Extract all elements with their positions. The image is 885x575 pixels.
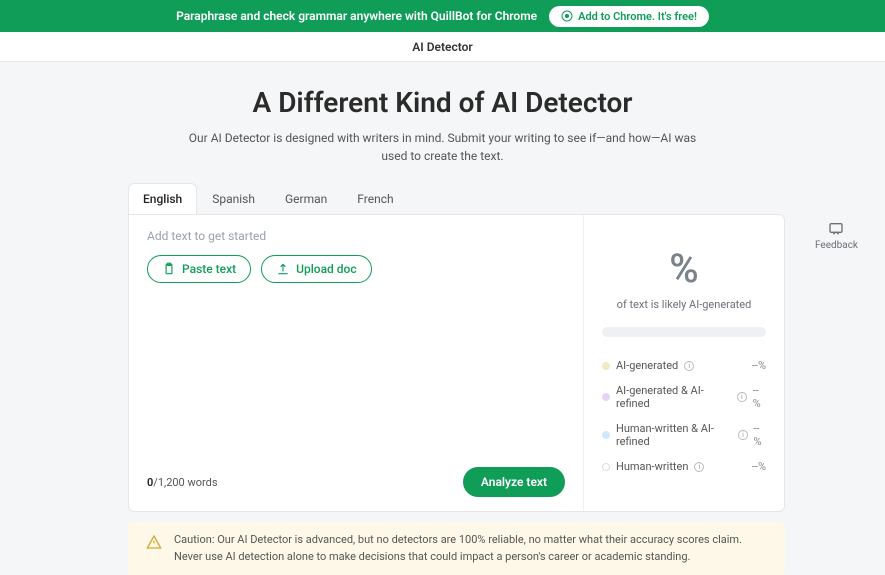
info-icon[interactable]: i	[738, 430, 747, 440]
result-progress-bar	[602, 327, 766, 337]
tab-german[interactable]: German	[270, 183, 342, 214]
promo-banner: Paraphrase and check grammar anywhere wi…	[0, 0, 885, 32]
result-caption: of text is likely AI-generated	[617, 298, 752, 311]
legend-row-ai-refined: AI-generated & AI-refined i --%	[602, 384, 766, 410]
promo-text: Paraphrase and check grammar anywhere wi…	[176, 9, 537, 23]
legend-pct: --%	[754, 422, 767, 448]
legend-row-ai-generated: AI-generated i --%	[602, 359, 766, 372]
legend-label: Human-written & AI-refined	[616, 422, 732, 448]
legend-pct: --%	[752, 359, 766, 372]
analyze-button[interactable]: Analyze text	[463, 467, 565, 497]
tab-french[interactable]: French	[342, 183, 408, 214]
subheader-title: AI Detector	[412, 40, 472, 54]
result-legend: AI-generated i --% AI-generated & AI-ref…	[602, 359, 766, 473]
upload-icon	[276, 262, 290, 276]
results-panel: % of text is likely AI-generated AI-gene…	[584, 215, 784, 511]
legend-label: AI-generated & AI-refined	[616, 384, 731, 410]
feedback-button[interactable]: Feedback	[815, 221, 858, 251]
add-to-chrome-label: Add to Chrome. It's free!	[578, 10, 697, 23]
legend-pct: --%	[752, 460, 766, 473]
clipboard-icon	[162, 262, 176, 276]
editor-panel: Add text to get started Paste text Uploa…	[129, 215, 584, 511]
language-tabs: English Spanish German French	[128, 183, 885, 214]
info-icon[interactable]: i	[737, 392, 747, 402]
legend-label: Human-written	[616, 460, 688, 473]
page-title: A Different Kind of AI Detector	[0, 86, 885, 119]
word-count-max: 1,200 words	[158, 476, 218, 489]
legend-row-human-ai-refined: Human-written & AI-refined i --%	[602, 422, 766, 448]
tab-spanish[interactable]: Spanish	[197, 183, 270, 214]
editor-footer: 0/1,200 words Analyze text	[147, 467, 565, 497]
page-subtitle: Our AI Detector is designed with writers…	[183, 129, 703, 165]
upload-doc-button[interactable]: Upload doc	[261, 255, 372, 283]
warning-icon	[146, 534, 162, 550]
paste-text-label: Paste text	[182, 262, 236, 276]
page-subheader: AI Detector	[0, 32, 885, 62]
legend-pct: --%	[753, 384, 766, 410]
info-icon[interactable]: i	[694, 462, 704, 472]
legend-dot	[602, 463, 610, 471]
caution-text: Caution: Our AI Detector is advanced, bu…	[174, 532, 767, 565]
legend-dot	[602, 362, 610, 370]
add-to-chrome-button[interactable]: Add to Chrome. It's free!	[549, 6, 709, 27]
chrome-icon	[561, 10, 573, 22]
feedback-label: Feedback	[815, 240, 858, 251]
legend-dot	[602, 393, 610, 401]
result-percent: %	[669, 245, 698, 292]
detector-card: Add text to get started Paste text Uploa…	[128, 214, 785, 512]
legend-row-human-written: Human-written i --%	[602, 460, 766, 473]
tab-english[interactable]: English	[128, 183, 197, 214]
caution-banner: Caution: Our AI Detector is advanced, bu…	[128, 522, 785, 575]
paste-text-button[interactable]: Paste text	[147, 255, 251, 283]
editor-placeholder[interactable]: Add text to get started	[147, 229, 565, 243]
word-count: 0/1,200 words	[147, 476, 218, 489]
upload-doc-label: Upload doc	[296, 262, 357, 276]
editor-action-row: Paste text Upload doc	[147, 255, 565, 283]
legend-label: AI-generated	[616, 359, 678, 372]
info-icon[interactable]: i	[684, 361, 694, 371]
feedback-icon	[828, 221, 844, 237]
legend-dot	[602, 431, 610, 439]
